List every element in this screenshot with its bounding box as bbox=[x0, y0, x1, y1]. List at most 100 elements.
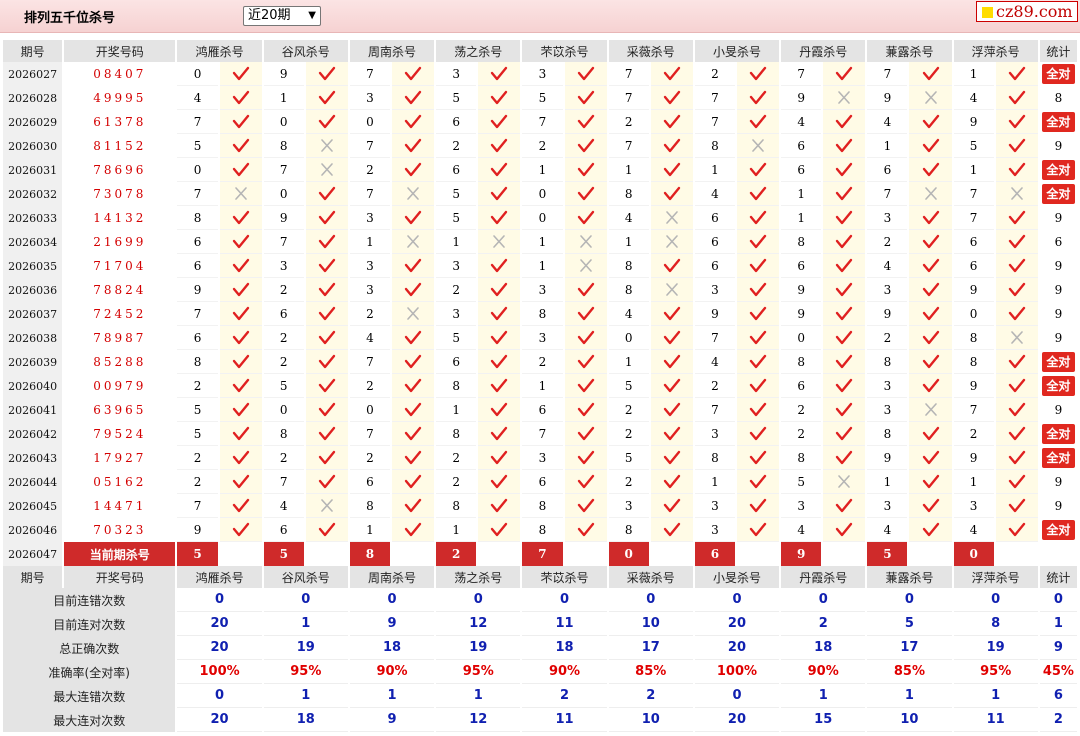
row-stat: 9 bbox=[1054, 139, 1063, 153]
period-select[interactable]: 近20期 ▼ bbox=[243, 6, 321, 26]
summary-value: 0 bbox=[436, 588, 521, 612]
kill-number: 1 bbox=[436, 230, 477, 254]
kill-number: 8 bbox=[436, 374, 477, 398]
col-header-expert[interactable]: 采薇杀号 bbox=[608, 566, 693, 588]
all-correct-badge: 全对 bbox=[1041, 64, 1075, 84]
kill-number: 9 bbox=[953, 110, 994, 134]
col-header-expert[interactable]: 荡之杀号 bbox=[436, 40, 521, 62]
col-header-expert[interactable]: 浮萍杀号 bbox=[953, 40, 1038, 62]
kill-number: 9 bbox=[953, 446, 994, 470]
kill-status bbox=[823, 470, 866, 494]
issue-number: 2026036 bbox=[3, 278, 63, 302]
kill-number: 6 bbox=[522, 470, 563, 494]
kill-status bbox=[219, 254, 262, 278]
red-check-icon bbox=[836, 306, 853, 321]
issue-number: 2026043 bbox=[3, 446, 63, 470]
col-header-expert[interactable]: 采薇杀号 bbox=[608, 40, 693, 62]
col-header-expert[interactable]: 谷风杀号 bbox=[263, 40, 348, 62]
kill-number: 7 bbox=[608, 62, 649, 86]
red-check-icon bbox=[749, 402, 767, 417]
red-check-icon bbox=[232, 498, 249, 513]
summary-label: 总正确次数 bbox=[3, 636, 176, 660]
kill-number: 6 bbox=[263, 302, 304, 326]
row-stat: 全对 bbox=[1040, 374, 1077, 398]
current-kill-number: 5 bbox=[867, 542, 908, 566]
gray-cross-icon bbox=[321, 499, 333, 512]
kill-number: 1 bbox=[953, 62, 994, 86]
kill-number: 2 bbox=[349, 374, 391, 398]
red-check-icon bbox=[491, 306, 508, 321]
kill-number: 0 bbox=[263, 398, 304, 422]
kill-status bbox=[305, 134, 348, 158]
kill-status bbox=[392, 446, 435, 470]
kill-number: 3 bbox=[608, 494, 649, 518]
red-check-icon bbox=[491, 450, 508, 465]
col-header-expert[interactable]: 鸿雁杀号 bbox=[177, 40, 262, 62]
red-check-icon bbox=[663, 330, 680, 345]
col-header-expert[interactable]: 蒹露杀号 bbox=[867, 566, 952, 588]
kill-status bbox=[650, 62, 693, 86]
red-check-icon bbox=[922, 378, 939, 393]
red-check-icon bbox=[577, 354, 594, 369]
kill-number: 3 bbox=[349, 278, 391, 302]
all-correct-badge: 全对 bbox=[1041, 160, 1075, 180]
draw-code: 00979 bbox=[93, 379, 147, 393]
current-kill-blank bbox=[736, 542, 780, 566]
red-check-icon bbox=[749, 330, 767, 345]
col-header-expert[interactable]: 周南杀号 bbox=[349, 566, 435, 588]
red-check-icon bbox=[577, 210, 594, 225]
kill-status bbox=[219, 470, 262, 494]
col-header-expert[interactable]: 谷风杀号 bbox=[263, 566, 348, 588]
col-header-expert[interactable]: 荡之杀号 bbox=[436, 566, 521, 588]
red-check-icon bbox=[491, 330, 508, 345]
red-check-icon bbox=[922, 114, 939, 129]
kill-number: 5 bbox=[436, 326, 477, 350]
kill-status bbox=[823, 350, 866, 374]
col-header-expert[interactable]: 芣苡杀号 bbox=[522, 40, 607, 62]
col-header-expert[interactable]: 小旻杀号 bbox=[694, 40, 780, 62]
col-header-expert[interactable]: 小旻杀号 bbox=[694, 566, 780, 588]
draw-code: 61378 bbox=[93, 115, 147, 129]
table-row: 2026036 78824 9 2 3 2 3 8 3 9 3 9 9 bbox=[3, 278, 1077, 302]
col-header-expert[interactable]: 丹霞杀号 bbox=[781, 40, 866, 62]
red-check-icon bbox=[663, 162, 680, 177]
summary-value: 45% bbox=[1039, 660, 1077, 684]
kill-number: 4 bbox=[608, 302, 649, 326]
gray-cross-icon bbox=[924, 91, 937, 104]
gray-cross-icon bbox=[924, 187, 937, 200]
gray-cross-icon bbox=[493, 235, 506, 248]
col-header-expert[interactable]: 周南杀号 bbox=[349, 40, 435, 62]
kill-status bbox=[392, 518, 435, 542]
col-header-expert[interactable]: 芣苡杀号 bbox=[522, 566, 607, 588]
current-kill-blank bbox=[219, 542, 262, 566]
col-header-expert[interactable]: 蒹露杀号 bbox=[867, 40, 952, 62]
red-check-icon bbox=[749, 234, 767, 249]
kill-status bbox=[564, 158, 607, 182]
red-check-icon bbox=[491, 498, 508, 513]
col-header-expert[interactable]: 丹霞杀号 bbox=[781, 566, 866, 588]
kill-number: 6 bbox=[694, 230, 735, 254]
kill-status bbox=[478, 446, 521, 470]
kill-status bbox=[736, 86, 780, 110]
site-logo[interactable]: cz89.com bbox=[976, 1, 1078, 22]
summary-value: 95% bbox=[953, 660, 1038, 684]
issue-number: 2026029 bbox=[3, 110, 63, 134]
kill-number: 9 bbox=[867, 446, 908, 470]
kill-number: 3 bbox=[867, 398, 908, 422]
kill-status bbox=[392, 158, 435, 182]
col-header-expert[interactable]: 浮萍杀号 bbox=[953, 566, 1038, 588]
red-check-icon bbox=[922, 162, 939, 177]
summary-value: 18 bbox=[781, 636, 866, 660]
kill-status bbox=[564, 494, 607, 518]
kill-number: 3 bbox=[522, 62, 563, 86]
red-check-icon bbox=[836, 66, 853, 81]
kill-number: 7 bbox=[177, 110, 218, 134]
kill-number: 6 bbox=[694, 206, 735, 230]
col-header-expert[interactable]: 鸿雁杀号 bbox=[177, 566, 262, 588]
kill-status bbox=[736, 350, 780, 374]
kill-status bbox=[305, 446, 348, 470]
red-check-icon bbox=[318, 354, 336, 369]
kill-status bbox=[564, 422, 607, 446]
kill-number: 3 bbox=[263, 254, 304, 278]
red-check-icon bbox=[922, 498, 939, 513]
